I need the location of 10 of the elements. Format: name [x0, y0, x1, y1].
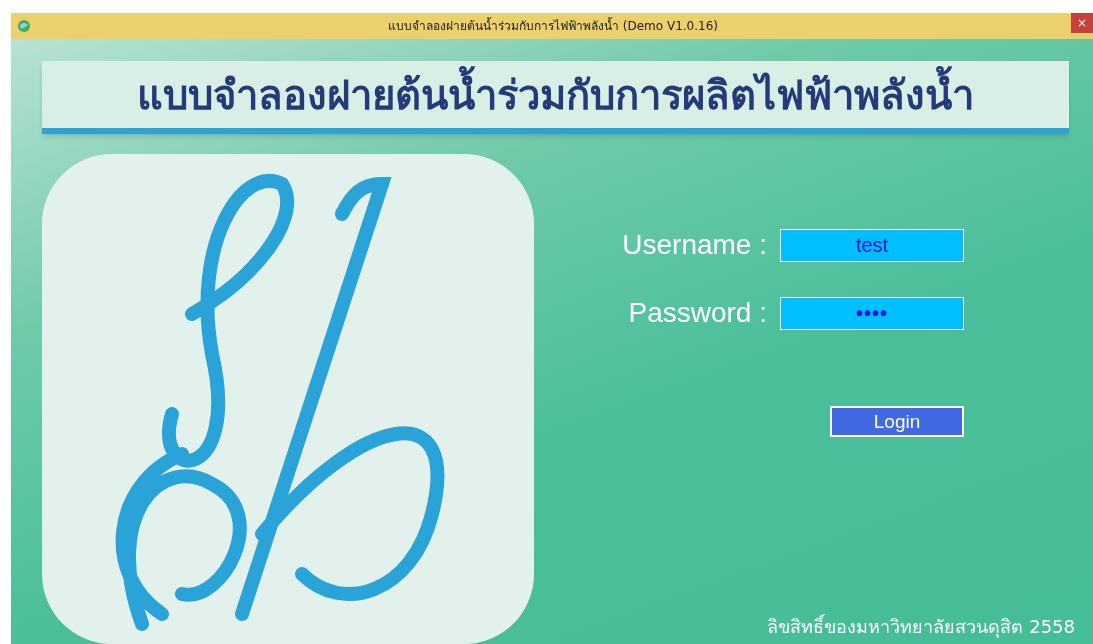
field-label: Password :: [628, 296, 767, 330]
banner-title: แบบจำลองฝายต้นน้ำร่วมกับการผลิตไฟฟ้าพลังน้ำ: [137, 64, 974, 125]
window-title: แบบจำลองฝายต้นน้ำร่วมกับการไฟฟ้าพลังน้ำ (Demo V1.0.16): [387, 17, 719, 35]
login-button[interactable]: Login: [830, 406, 964, 437]
username-field[interactable]: test: [780, 228, 964, 262]
password-field[interactable]: ••••: [780, 296, 964, 330]
copyright-text: ลิขสิทธิ์ของมหาวิทยาลัยสวนดุสิต 2558: [767, 613, 1075, 640]
close-button[interactable]: ×: [1071, 13, 1093, 33]
field-label: Username :: [622, 228, 767, 262]
app-icon: [17, 19, 31, 33]
